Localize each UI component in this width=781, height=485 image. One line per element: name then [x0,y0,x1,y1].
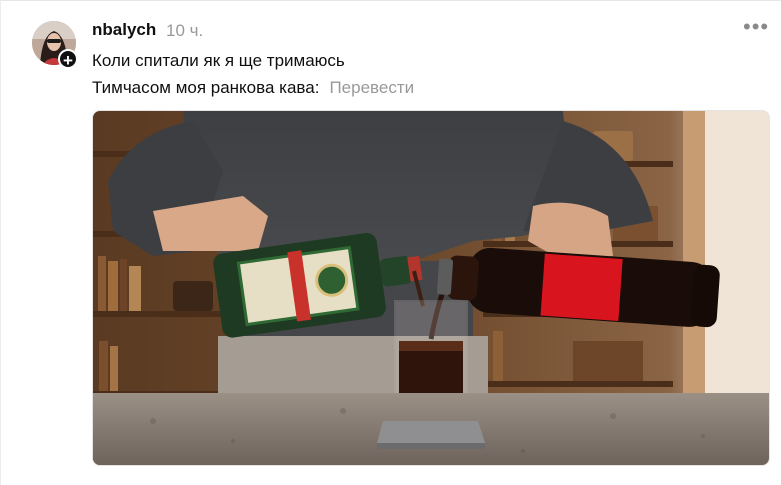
follow-button[interactable]: + [58,49,78,70]
top-divider [0,0,781,1]
post-image[interactable] [92,110,770,466]
post-text-line1: Коли спитали як я ще тримаюсь [92,51,345,70]
translate-link[interactable]: Перевести [329,78,414,97]
post-time[interactable]: 10 ч. [166,21,203,41]
post-text-line2: Тимчасом моя ранкова кава: Перевести [92,78,414,98]
more-horizontal-icon: ••• [743,14,770,39]
plus-icon: + [63,51,73,70]
author-name[interactable]: nbalych [92,20,156,40]
pouring-drinks-photo [93,111,769,465]
left-border [0,0,1,485]
post-text-line2-content: Тимчасом моя ранкова кава: [92,78,320,97]
avatar-container[interactable]: + [32,21,78,70]
more-options-button[interactable]: ••• [743,16,769,40]
